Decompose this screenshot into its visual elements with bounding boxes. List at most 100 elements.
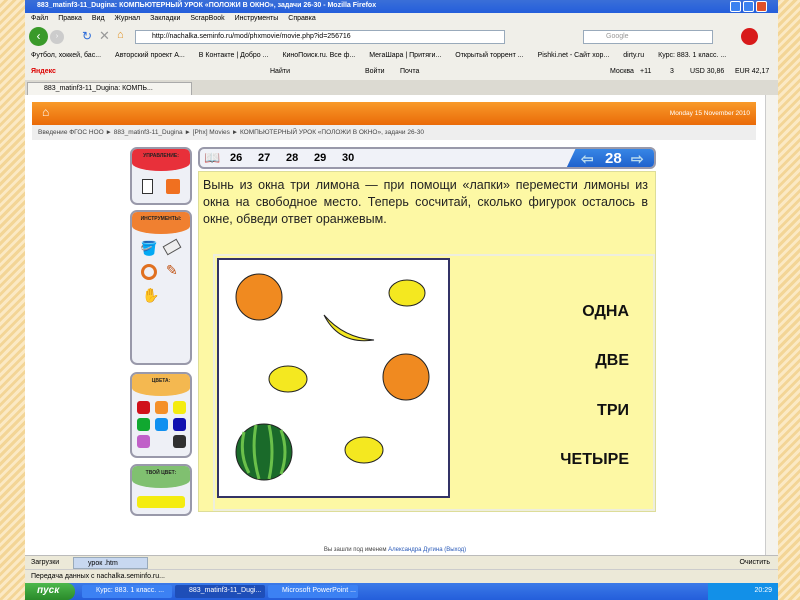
fruits-illustration[interactable] [219, 260, 448, 496]
task-link[interactable]: 27 [258, 152, 270, 164]
breadcrumb[interactable]: Введение ФГОС НОО ► 883_matinf3-11_Dugin… [32, 125, 756, 140]
color-green[interactable] [137, 418, 150, 431]
panel-title: ИНСТРУМЕНТЫ: [132, 212, 190, 234]
answer-option[interactable]: ОДНА [582, 303, 629, 321]
window-box [217, 258, 450, 498]
pencil-icon[interactable]: ✎ [166, 262, 178, 279]
color-blue[interactable] [155, 418, 168, 431]
login-prefix: Вы зашли под именем [323, 547, 387, 553]
user-link[interactable]: Александра Дугина [388, 547, 442, 553]
rotate-icon[interactable] [141, 264, 157, 280]
taskbar-item-active[interactable]: 883_matinf3-11_Dugi... [175, 585, 265, 598]
color-navy[interactable] [173, 418, 186, 431]
tools-panel: ИНСТРУМЕНТЫ: 🪣 ✎ ✋ [130, 210, 192, 365]
yandex-logo[interactable]: Яндекс [31, 68, 56, 75]
colors-panel: ЦВЕТА: [130, 372, 192, 458]
current-color-swatch [137, 496, 185, 508]
usd-rate: USD 30,86 [690, 68, 725, 75]
menu-scrapbook[interactable]: ScrapBook [190, 15, 224, 23]
bookmark[interactable]: Авторский проект А... [115, 52, 185, 60]
download-item[interactable]: урок .htm [73, 557, 148, 569]
menu-tools[interactable]: Инструменты [235, 15, 279, 23]
next-arrow-icon[interactable]: ⇨ [631, 150, 644, 167]
bag-icon[interactable] [166, 179, 180, 194]
minimize-button[interactable] [730, 1, 741, 12]
bookmark[interactable]: Футбол, хоккей, бас... [31, 52, 101, 60]
downloads-bar: Загрузки урок .htm Очистить [25, 555, 778, 569]
menu-view[interactable]: Вид [92, 15, 105, 23]
current-task-number: 28 [605, 150, 622, 167]
downloads-label[interactable]: Загрузки [31, 559, 59, 566]
panel-title: ТВОЙ ЦВЕТ: [132, 466, 190, 488]
bookmark[interactable]: КиноПоиск.ru. Все ф... [282, 52, 355, 60]
close-button[interactable] [756, 1, 767, 12]
bookmark[interactable]: МегаШара | Притяги... [369, 52, 441, 60]
color-orange[interactable] [155, 401, 168, 414]
orange-fruit [235, 273, 283, 321]
bookmarks-bar: Футбол, хоккей, бас... Авторский проект А… [25, 48, 778, 64]
task-link[interactable]: 26 [230, 152, 242, 164]
color-violet[interactable] [137, 435, 150, 448]
login-button[interactable]: Войти [365, 68, 385, 75]
lemon [388, 279, 426, 307]
menu-bookmarks[interactable]: Закладки [150, 15, 180, 23]
book-icon: 📖 [204, 150, 221, 165]
answer-option[interactable]: ЧЕТЫРЕ [560, 451, 629, 469]
mail-button[interactable]: Почта [400, 68, 419, 75]
menu-bar: Файл Правка Вид Журнал Закладки ScrapBook Инст… [25, 13, 778, 25]
color-yellow[interactable] [173, 401, 186, 414]
reload-icon[interactable]: ↻ [82, 29, 92, 43]
taskbar-item[interactable]: Курс: 883. 1 класс. ... [82, 585, 172, 598]
home-icon[interactable]: ⌂ [42, 105, 49, 119]
url-input[interactable]: http://nachalka.seminfo.ru/mod/phxmovie/… [135, 30, 505, 44]
task-navigation: 📖 26 27 28 29 30 ⇦ 28 ⇨ [198, 147, 656, 169]
menu-help[interactable]: Справка [288, 15, 315, 23]
counter: 3 [670, 68, 674, 75]
menu-edit[interactable]: Правка [58, 15, 82, 23]
eraser-icon[interactable] [162, 238, 182, 256]
color-red[interactable] [137, 401, 150, 414]
bookmark[interactable]: dirty.ru [623, 52, 644, 60]
taskbar-item[interactable]: Microsoft PowerPoint ... [268, 585, 358, 598]
browser-window: 883_matinf3-11_Dugina: КОМПЬЮТЕРНЫЙ УРОК… [25, 0, 778, 583]
answer-option[interactable]: ДВЕ [595, 352, 629, 370]
forward-button[interactable]: › [50, 30, 64, 44]
color-black[interactable] [173, 435, 186, 448]
city: Москва [610, 68, 634, 75]
task-link[interactable]: 30 [342, 152, 354, 164]
hand-icon[interactable]: ✋ [142, 287, 159, 304]
adblock-icon[interactable] [741, 28, 758, 45]
maximize-button[interactable] [743, 1, 754, 12]
stop-icon[interactable]: ✕ [99, 28, 110, 44]
logout-link[interactable]: (Выход) [444, 547, 466, 553]
page-content: ⌂ Monday 15 November 2010 Введение ФГОС … [25, 95, 778, 555]
fill-bucket-icon[interactable]: 🪣 [140, 240, 157, 257]
bookmark[interactable]: Pishki.net - Сайт хор... [538, 52, 610, 60]
task-link[interactable]: 28 [286, 152, 298, 164]
eur-rate: EUR 42,17 [735, 68, 770, 75]
orange-fruit [382, 353, 430, 401]
bookmark[interactable]: Открытый торрент ... [455, 52, 523, 60]
bookmark[interactable]: Курс: 883. 1 класс. ... [658, 52, 726, 60]
new-page-icon[interactable] [142, 179, 153, 194]
tab-active[interactable]: 883_matinf3-11_Dugina: КОМПЬ... [27, 82, 192, 95]
lemon [344, 436, 384, 464]
bookmark[interactable]: В Контакте | Добро ... [199, 52, 269, 60]
site-header: ⌂ Monday 15 November 2010 [32, 102, 756, 125]
yandex-bar: Яндекс Найти Войти Почта Москва +11 3 US… [25, 64, 778, 80]
tab-bar: 883_matinf3-11_Dugina: КОМПЬ... [25, 80, 778, 95]
back-button[interactable]: ‹ [29, 27, 48, 46]
find-button[interactable]: Найти [270, 68, 290, 75]
status-bar: Передача данных с nachalka.seminfo.ru... [25, 569, 778, 583]
control-panel: УПРАВЛЕНИЕ: [130, 147, 192, 205]
home-icon[interactable]: ⌂ [117, 29, 124, 41]
answer-option[interactable]: ТРИ [597, 402, 629, 420]
clear-button[interactable]: Очистить [740, 559, 770, 566]
menu-file[interactable]: Файл [31, 15, 48, 23]
task-link[interactable]: 29 [314, 152, 326, 164]
prev-arrow-icon[interactable]: ⇦ [581, 150, 594, 167]
start-button[interactable]: пуск [25, 583, 75, 600]
menu-history[interactable]: Журнал [115, 15, 141, 23]
vertical-scrollbar[interactable] [765, 95, 778, 555]
search-input[interactable]: Google [583, 30, 713, 44]
